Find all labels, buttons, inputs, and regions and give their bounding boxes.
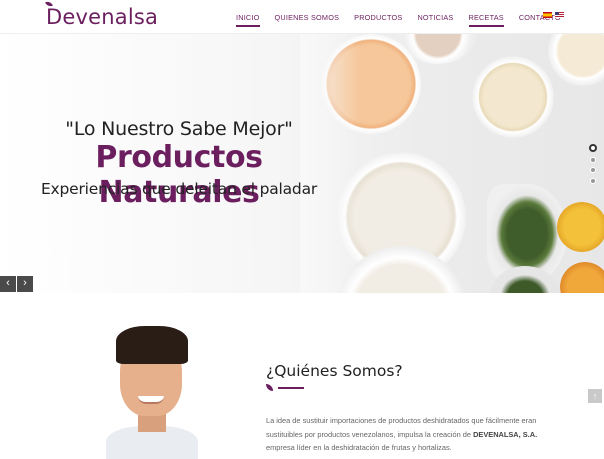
language-switcher <box>543 12 564 18</box>
main-nav: INICIO QUIENES SOMOS PRODUCTOS NOTICIAS … <box>236 0 576 34</box>
section-title: ¿Quiénes Somos? <box>266 362 403 380</box>
nav-inicio[interactable]: INICIO <box>236 9 260 27</box>
slide-dot-4[interactable] <box>590 177 596 184</box>
about-paragraph: La idea de sustituir importaciones de pr… <box>266 416 538 453</box>
scroll-to-top-button[interactable]: ↑ <box>588 389 602 403</box>
portrait-image <box>106 326 198 459</box>
site-header: Devenalsa INICIO QUIENES SOMOS PRODUCTOS… <box>0 0 604 34</box>
slide-dot-3[interactable] <box>590 167 596 173</box>
slider-pagination <box>589 144 597 188</box>
nav-quienes-somos[interactable]: QUIENES SOMOS <box>275 9 340 26</box>
hero-slider: "Lo Nuestro Sabe Mejor" Productos Natura… <box>0 34 604 293</box>
title-divider <box>278 387 304 389</box>
logo-text: Devenalsa <box>46 5 159 29</box>
nav-recetas[interactable]: RECETAS <box>468 9 505 27</box>
slide-dot-2[interactable] <box>590 156 596 163</box>
hero-subline: Experiencias que deleitan el paladar <box>40 180 318 198</box>
nav-noticias[interactable]: NOTICIAS <box>417 9 453 26</box>
es-flag-icon[interactable] <box>543 12 552 18</box>
us-flag-icon[interactable] <box>555 12 564 18</box>
hero-headline: Productos Naturales <box>95 140 263 210</box>
slider-arrows: ‹ › <box>0 276 34 292</box>
bowl-image <box>548 34 604 86</box>
fruit-image <box>557 202 604 252</box>
bowl-image <box>472 56 554 138</box>
next-slide-button[interactable]: › <box>17 276 33 292</box>
nav-productos[interactable]: PRODUCTOS <box>354 9 402 26</box>
company-name: DEVENALSA, S.A. <box>473 429 538 439</box>
slide-dot-1[interactable] <box>589 144 597 152</box>
prev-slide-button[interactable]: ‹ <box>0 276 16 292</box>
hero-quote: "Lo Nuestro Sabe Mejor" <box>65 118 293 140</box>
leaf-icon <box>266 384 273 391</box>
fruit-image <box>560 262 604 293</box>
logo[interactable]: Devenalsa <box>45 0 159 29</box>
